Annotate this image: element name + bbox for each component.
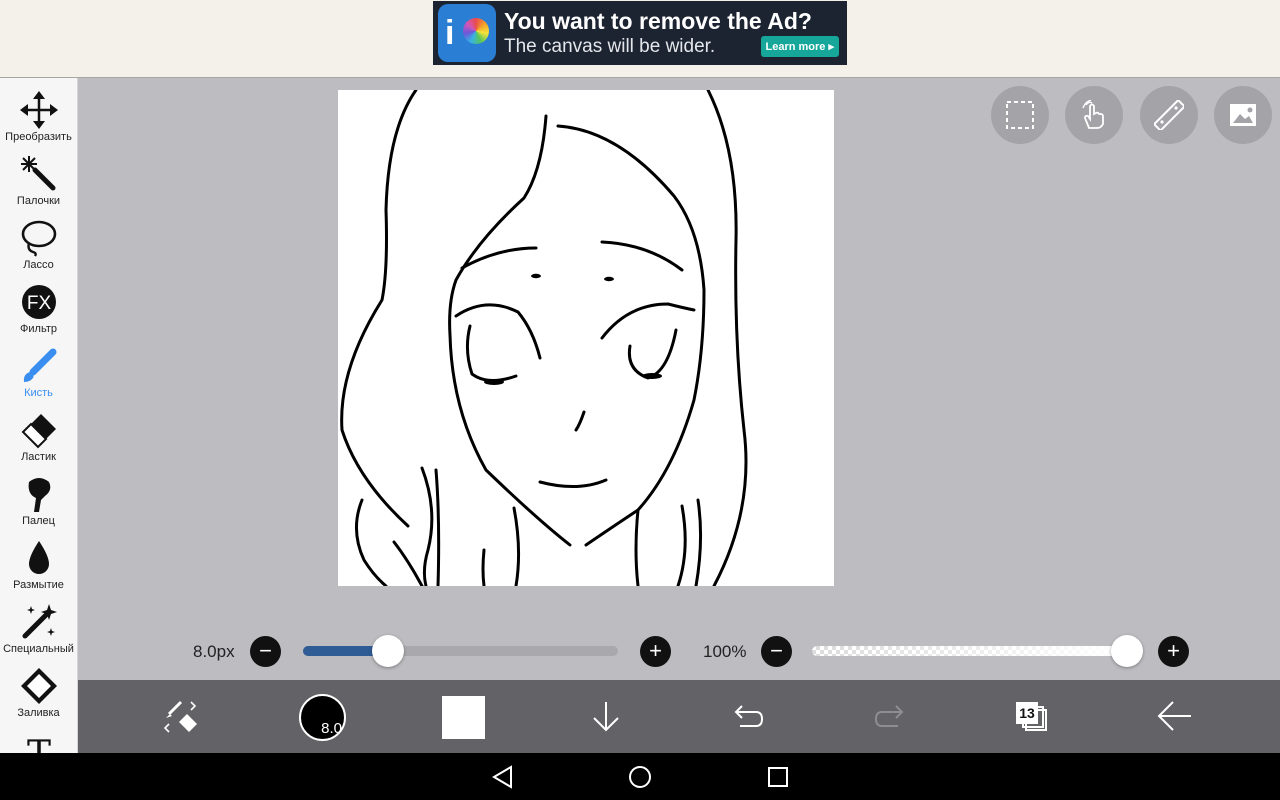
- brush-size-value: 8.0px: [193, 642, 235, 661]
- tool-label: Заливка: [17, 707, 60, 719]
- lasso-icon: [21, 220, 57, 257]
- tool-label: Ластик: [21, 451, 56, 463]
- finger-icon: [28, 478, 51, 512]
- opacity-decrease-button[interactable]: −: [761, 636, 792, 667]
- brush-size-preview[interactable]: 8.0: [299, 694, 346, 741]
- ruler-button[interactable]: [1140, 86, 1198, 144]
- tool-filter[interactable]: FX Фильтр: [0, 278, 77, 342]
- tool-label: Размытие: [13, 579, 64, 591]
- arrow-left-icon: [1157, 701, 1191, 731]
- brush-size-badge: 8.0: [321, 720, 342, 737]
- system-navigation-bar: [0, 753, 1280, 800]
- tool-palette: Преобразить Палочки Лассо FX Фильтр Кист…: [0, 78, 78, 753]
- opacity-increase-button[interactable]: +: [1158, 636, 1189, 667]
- redo-button[interactable]: [855, 680, 925, 753]
- opacity-value: 100%: [703, 642, 747, 661]
- tool-eraser[interactable]: Ластик: [0, 406, 77, 470]
- brush-icon: [23, 348, 57, 382]
- brush-size-thumb[interactable]: [372, 635, 405, 667]
- learn-more-button[interactable]: Learn more ▸: [760, 36, 839, 57]
- tool-label: Лассо: [23, 259, 54, 271]
- back-button[interactable]: [1140, 680, 1210, 753]
- ad-banner-bar: i You want to remove the Ad? The canvas …: [0, 0, 1280, 78]
- nav-home-icon[interactable]: [628, 765, 652, 789]
- fill-bucket-icon: [21, 668, 57, 704]
- bottom-toolbar: [78, 680, 1280, 753]
- hand-button[interactable]: [1065, 86, 1123, 144]
- selection-icon: [1006, 101, 1034, 129]
- tool-transform[interactable]: Преобразить: [0, 86, 77, 150]
- undo-icon: [734, 705, 764, 727]
- text-tool-icon: T: [27, 734, 51, 753]
- brush-size-decrease-button[interactable]: −: [250, 636, 281, 667]
- blur-drop-icon: [29, 541, 49, 574]
- brush-size-slider[interactable]: [303, 646, 618, 656]
- tool-special[interactable]: Специальный: [0, 598, 77, 662]
- image-import-button[interactable]: [1214, 86, 1272, 144]
- svg-text:T: T: [27, 734, 51, 753]
- save-down-button[interactable]: [571, 680, 641, 753]
- nav-back-icon[interactable]: [491, 765, 515, 789]
- magic-wand-icon: [21, 156, 56, 191]
- tool-brush[interactable]: Кисть: [0, 342, 77, 406]
- color-swatch[interactable]: [442, 696, 485, 739]
- tool-label: Кисть: [24, 387, 53, 399]
- layers-count: 13: [1016, 702, 1038, 724]
- brush-size-increase-button[interactable]: +: [640, 636, 671, 667]
- image-import-icon: [1230, 104, 1256, 126]
- selection-button[interactable]: [991, 86, 1049, 144]
- tool-label: Палец: [22, 515, 55, 527]
- hand-icon: [1082, 100, 1104, 129]
- tool-blur[interactable]: Размытие: [0, 534, 77, 598]
- svg-text:FX: FX: [27, 293, 52, 314]
- brush-eraser-swap-icon: [163, 700, 197, 733]
- drawing-canvas[interactable]: [338, 90, 834, 586]
- nav-recents-icon[interactable]: [766, 765, 790, 789]
- tool-text[interactable]: T: [0, 726, 77, 753]
- opacity-slider[interactable]: [812, 646, 1130, 656]
- tool-label: Преобразить: [5, 131, 72, 143]
- move-icon: [20, 91, 58, 129]
- ad-banner[interactable]: i You want to remove the Ad? The canvas …: [433, 1, 847, 65]
- tool-label: Палочки: [16, 195, 61, 207]
- ibispaint-logo: i: [438, 4, 496, 62]
- eraser-icon: [21, 414, 56, 449]
- ad-headline: You want to remove the Ad?: [504, 8, 812, 34]
- ruler-icon: [1154, 100, 1184, 130]
- sketch-drawing: [340, 90, 748, 586]
- opacity-fill: [812, 646, 1130, 656]
- tool-switch-button[interactable]: [146, 680, 216, 753]
- tool-fill[interactable]: Заливка: [0, 662, 77, 726]
- fx-icon: FX: [22, 285, 56, 319]
- opacity-thumb[interactable]: [1111, 635, 1143, 667]
- arrow-down-icon: [593, 702, 619, 732]
- tool-magic-wand[interactable]: Палочки: [0, 150, 77, 214]
- undo-button[interactable]: [713, 680, 783, 753]
- redo-icon: [874, 705, 904, 727]
- tool-label: Фильтр: [20, 323, 57, 335]
- tool-finger[interactable]: Палец: [0, 470, 77, 534]
- tool-lasso[interactable]: Лассо: [0, 214, 77, 278]
- special-wand-icon: [22, 604, 57, 639]
- tool-label: Специальный: [3, 643, 74, 655]
